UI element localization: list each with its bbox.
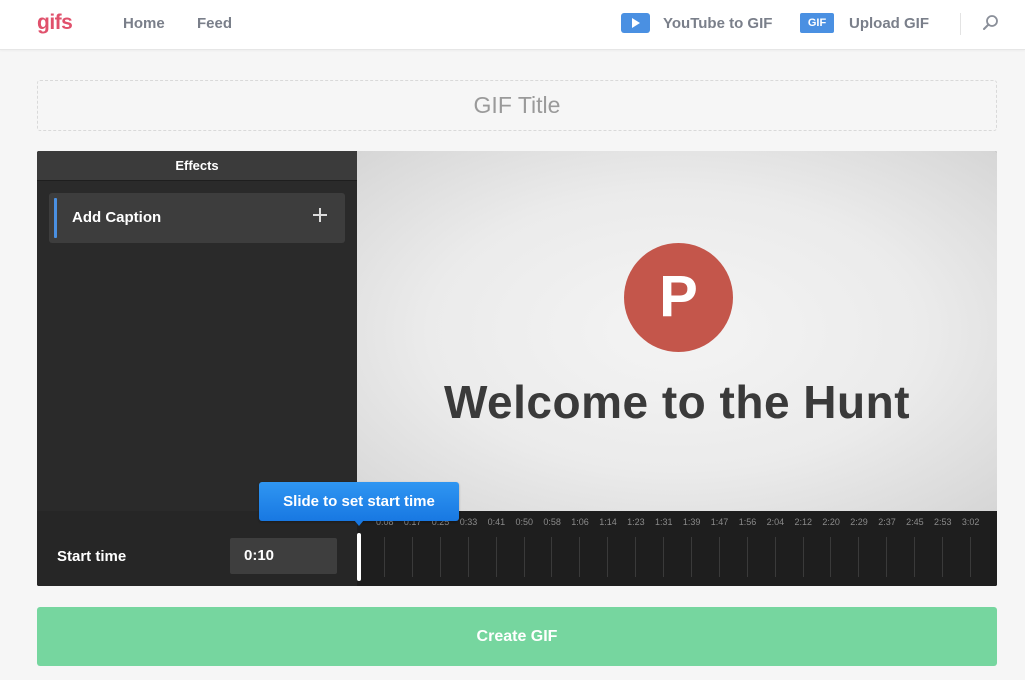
timeline-tick [886,537,888,577]
search-icon[interactable] [982,14,1000,32]
tooltip-arrow [354,520,364,526]
add-caption-label: Add Caption [72,209,162,226]
video-headline: Welcome to the Hunt [443,376,911,428]
timeline-tick-label: 1:39 [682,517,701,527]
nav-home-link[interactable]: Home [123,15,165,32]
timeline-tick-label: 2:12 [794,517,813,527]
gif-title-field[interactable] [37,80,997,131]
timeline-tick [551,537,553,577]
timeline-tick [914,537,916,577]
timeline-tick-label: 0:41 [487,517,506,527]
timeline-tick [411,537,413,577]
timeline-tick-label: 0:58 [543,517,561,527]
timeline-tick-label: 1:47 [710,517,729,527]
timeline-tick [774,537,776,577]
timeline-tick-label: 1:06 [571,517,589,527]
slide-tooltip: Slide to set start time [259,482,459,521]
timeline-tick [579,537,581,577]
gifs-logo[interactable]: gifs [37,11,73,35]
timeline-tick-label: 2:53 [934,517,952,527]
timeline-tick [467,537,469,577]
effects-panel: Add Caption [37,181,357,511]
nav-feed-link[interactable]: Feed [197,15,232,32]
nav-divider [960,13,961,35]
plus-icon[interactable] [313,208,327,222]
start-time-bar: Start time 0:10 0:08 0:17 0:25 0:33 0:41 0:50… [37,511,997,586]
top-nav-bar: gifs Home Feed YouTube to GIF GIF Upload… [0,0,1025,50]
timeline-tick-label: 1:14 [599,517,617,527]
create-gif-button[interactable]: Create GIF [37,607,997,666]
play-icon[interactable] [621,13,650,33]
timeline-tick-label: 3:02 [961,517,980,527]
add-caption-button[interactable]: Add Caption [49,193,345,243]
timeline-tick-label: 2:45 [906,517,924,527]
gif-editor: Effects Add Caption P Welcome to the Hun… [37,151,997,586]
timeline-tick [942,537,943,577]
product-hunt-logo: P [624,243,733,352]
caption-accent-bar [54,198,57,238]
effects-heading: Effects [37,151,357,181]
timeline-tick-label: 1:23 [627,517,645,527]
timeline-tick [718,537,720,577]
timeline-tick [439,537,441,577]
timeline-scrubber[interactable]: 0:08 0:17 0:25 0:33 0:41 0:50 0:58 1:06 1:14 1:23… [357,511,997,586]
timeline-tick [384,537,385,577]
timeline-tick [830,537,832,577]
gif-title-input[interactable] [38,81,996,130]
timeline-tick [969,537,971,577]
timeline-tick [523,537,525,577]
timeline-tick-label: 2:20 [822,517,840,527]
timeline-tick-label: 0:33 [459,517,478,527]
timeline-tick-label: 0:50 [515,517,534,527]
start-time-label: Start time [57,548,127,565]
timeline-tick-label: 2:04 [766,517,785,527]
gif-badge-icon[interactable]: GIF [800,13,834,33]
video-preview[interactable]: P Welcome to the Hunt [357,151,997,511]
timeline-tick [635,537,637,577]
timeline-tick-label: 1:56 [738,517,757,527]
timeline-tick-label: 1:31 [655,517,673,527]
youtube-to-gif-link[interactable]: YouTube to GIF [663,15,772,32]
timeline-tick-label: 2:37 [878,517,896,527]
timeline-handle[interactable] [357,533,361,581]
logo-letter: P [659,264,698,329]
timeline-tick-label: 2:29 [850,517,868,527]
timeline-tick [495,537,497,577]
timeline-tick [607,537,609,577]
timeline-tick [858,537,860,577]
start-time-input[interactable]: 0:10 [230,538,337,574]
upload-gif-link[interactable]: Upload GIF [849,15,929,32]
timeline-tick [746,537,748,577]
timeline-tick [690,537,692,577]
timeline-tick [663,537,664,577]
timeline-tick [802,537,804,577]
